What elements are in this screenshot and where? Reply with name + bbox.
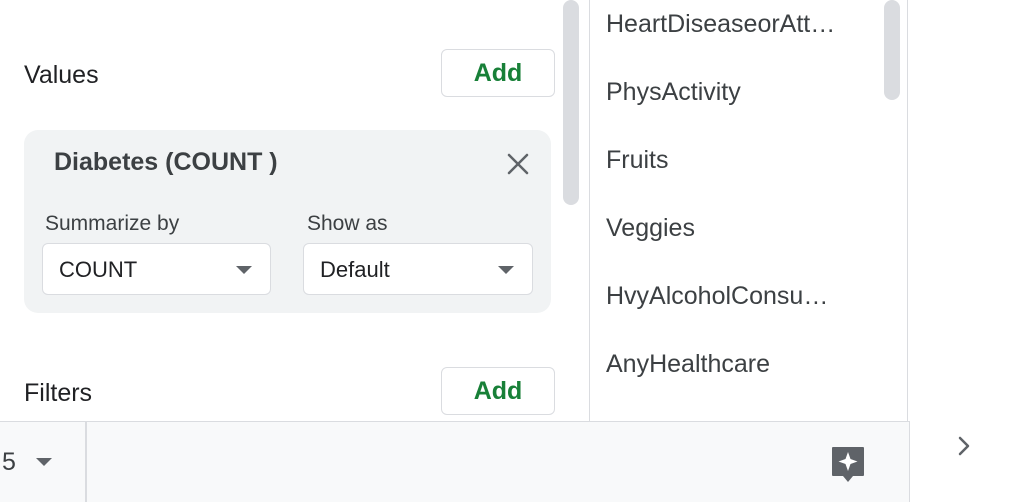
field-item[interactable]: HeartDiseaseorAtt…: [606, 10, 835, 39]
zoom-value[interactable]: 5: [2, 448, 16, 477]
chevron-down-icon: [498, 266, 514, 274]
field-item[interactable]: HvyAlcoholConsu…: [606, 282, 828, 311]
summarize-by-label: Summarize by: [45, 212, 180, 235]
value-card-diabetes: Diabetes (COUNT ) Summarize by COUNT Sho…: [24, 130, 551, 313]
filters-add-button[interactable]: Add: [441, 367, 555, 415]
field-item[interactable]: Fruits: [606, 146, 669, 175]
field-item[interactable]: PhysActivity: [606, 78, 741, 107]
chevron-down-icon[interactable]: [36, 458, 52, 466]
values-section-title: Values: [24, 61, 99, 89]
show-as-value: Default: [320, 257, 390, 282]
summarize-by-value: COUNT: [59, 257, 138, 282]
chevron-right-icon[interactable]: [952, 432, 976, 460]
filters-section-title: Filters: [24, 379, 93, 407]
pivot-editor-panel: Values Add Diabetes (COUNT ) Summarize b…: [0, 0, 562, 421]
show-as-select[interactable]: Default: [303, 243, 533, 295]
value-card-title: Diabetes (COUNT ): [54, 148, 278, 176]
summarize-by-select[interactable]: COUNT: [42, 243, 271, 295]
field-list-scrollbar[interactable]: [884, 0, 900, 100]
sparkle-explore-icon[interactable]: [830, 444, 866, 484]
editor-scrollbar[interactable]: [563, 0, 579, 205]
chevron-down-icon: [236, 266, 252, 274]
values-add-button[interactable]: Add: [441, 49, 555, 97]
bottom-bar: 5: [0, 421, 910, 502]
close-icon[interactable]: [504, 150, 532, 178]
show-as-label: Show as: [307, 212, 388, 235]
field-list: HeartDiseaseorAtt… PhysActivity Fruits V…: [589, 0, 908, 421]
bottom-divider: [85, 422, 87, 502]
field-item[interactable]: AnyHealthcare: [606, 350, 770, 379]
field-item[interactable]: Veggies: [606, 214, 695, 243]
